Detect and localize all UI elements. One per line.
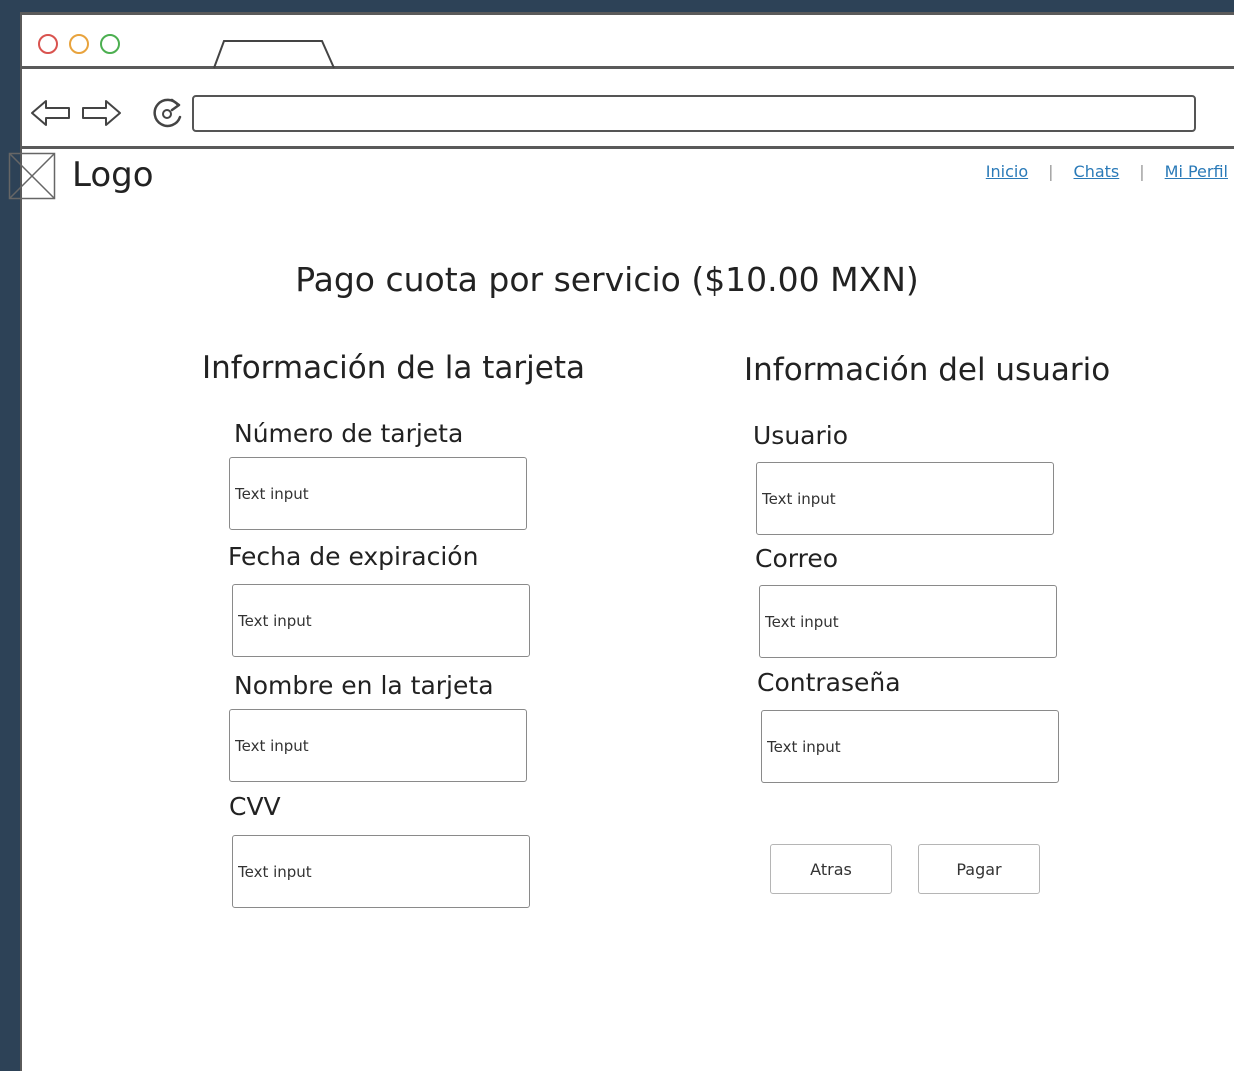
browser-titlebar [22,15,1234,69]
page-title: Pago cuota por servicio ($10.00 MXN) [295,260,919,299]
card-name-input[interactable] [229,709,527,782]
password-input[interactable] [761,710,1059,783]
username-input[interactable] [756,462,1054,535]
cvv-input[interactable] [232,835,530,908]
cvv-label: CVV [229,792,281,821]
maximize-window-icon[interactable] [100,34,120,54]
url-bar[interactable] [192,95,1196,132]
password-label: Contraseña [757,668,901,697]
card-number-input[interactable] [229,457,527,530]
nav-link-chats[interactable]: Chats [1074,162,1120,181]
reload-icon[interactable] [150,95,186,131]
card-section-title: Información de la tarjeta [202,350,585,386]
card-name-label: Nombre en la tarjeta [234,671,494,700]
card-number-label: Número de tarjeta [234,419,464,448]
email-label: Correo [755,544,838,573]
close-window-icon[interactable] [38,34,58,54]
logo-text: Logo [72,155,154,195]
browser-tab[interactable] [212,39,336,69]
back-button[interactable]: Atras [770,844,892,894]
image-placeholder-icon [8,152,56,200]
user-section-title: Información del usuario [744,352,1111,388]
pay-button[interactable]: Pagar [918,844,1040,894]
expiration-date-input[interactable] [232,584,530,657]
nav-link-mi-perfil[interactable]: Mi Perfil [1165,162,1228,181]
nav-separator: | [1048,162,1054,181]
arrow-left-icon[interactable] [30,97,72,129]
email-input[interactable] [759,585,1057,658]
expiration-date-label: Fecha de expiración [228,542,479,571]
arrow-right-icon[interactable] [80,97,122,129]
username-label: Usuario [753,421,849,450]
nav-link-inicio[interactable]: Inicio [986,162,1028,181]
nav-separator: | [1139,162,1145,181]
browser-navbar [22,69,1234,149]
top-nav-links: Inicio | Chats | Mi Perfil [986,162,1228,181]
minimize-window-icon[interactable] [69,34,89,54]
